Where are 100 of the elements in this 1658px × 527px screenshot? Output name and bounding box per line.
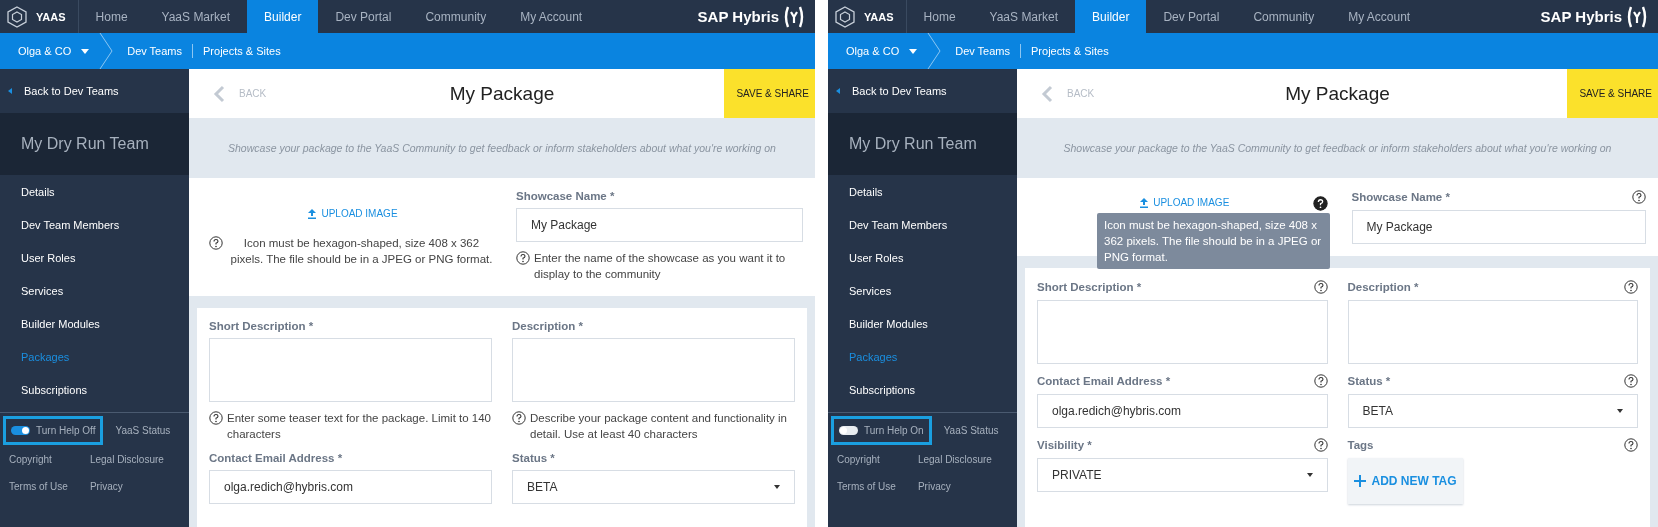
sidebar-item[interactable]: Packages [828, 340, 1017, 373]
footer-link[interactable]: YaaS Status [115, 425, 171, 436]
nav-link[interactable]: My Account [1331, 0, 1428, 33]
field-label: Showcase Name * [516, 190, 615, 202]
nav-link[interactable]: Dev Portal [318, 0, 409, 33]
breadcrumb-link[interactable]: Dev Teams [955, 45, 1010, 57]
help-icon[interactable] [516, 251, 530, 265]
field-label: Visibility * [1037, 439, 1092, 451]
add-tag-button[interactable]: ADD NEW TAG [1347, 458, 1463, 504]
showcase-name-field[interactable]: My Package [516, 208, 803, 242]
upload-image-link[interactable]: UPLOAD IMAGE [1139, 197, 1230, 208]
footer-link[interactable]: Privacy [917, 481, 992, 492]
nav-link[interactable]: YaaS Market [972, 0, 1076, 33]
org-dropdown[interactable]: Olga & CO [846, 45, 900, 57]
sidebar-item[interactable]: Details [0, 175, 189, 208]
chevron-left-icon [213, 84, 225, 103]
back-link[interactable]: Back to Dev Teams [24, 85, 119, 97]
nav-link[interactable]: My Account [503, 0, 600, 33]
field-label: Short Description * [209, 320, 314, 332]
help-text: Describe your package content and functionality in detail. Use at least 40 characters [530, 411, 788, 442]
select-field[interactable]: PRIVATE [1037, 458, 1328, 492]
help-icon[interactable] [1313, 280, 1328, 294]
back-triangle-icon [8, 88, 12, 94]
field-label: Description * [1347, 281, 1419, 293]
back-triangle-icon [836, 88, 840, 94]
help-icon[interactable] [209, 411, 223, 425]
toggle-switch[interactable] [839, 426, 858, 435]
caret-icon [1306, 473, 1313, 477]
select-field[interactable]: BETA [1347, 394, 1638, 428]
field-label: Short Description * [1037, 281, 1142, 293]
logo-text: YAAS [36, 10, 66, 23]
help-icon[interactable] [1313, 374, 1328, 388]
field-label: Status * [1347, 375, 1391, 387]
org-dropdown[interactable]: Olga & CO [18, 45, 72, 57]
help-icon[interactable] [1624, 280, 1638, 294]
caret-icon [774, 485, 780, 489]
footer-link[interactable]: Terms of Use [9, 481, 68, 492]
footer-link[interactable]: Legal Disclosure [917, 454, 992, 465]
nav-link[interactable]: Home [78, 0, 145, 33]
input-field[interactable]: olga.redich@hybris.com [1037, 394, 1328, 428]
help-icon[interactable] [1313, 438, 1328, 452]
upload-image-link[interactable]: UPLOAD IMAGE [307, 208, 398, 219]
help-icon[interactable] [512, 411, 526, 425]
sidebar-item[interactable]: Services [0, 274, 189, 307]
caret-icon [1617, 409, 1623, 413]
nav-link[interactable]: Builder [247, 0, 319, 33]
field-label: Contact Email Address * [1037, 375, 1171, 387]
sidebar-item[interactable]: Builder Modules [0, 307, 189, 340]
nav-link[interactable]: Community [1236, 0, 1332, 33]
sidebar-item[interactable]: Packages [0, 340, 189, 373]
toggle-label: Turn Help On [864, 425, 924, 436]
save-share-button[interactable]: SAVE & SHARE [724, 69, 815, 118]
caret-icon [81, 48, 90, 54]
help-icon[interactable] [1632, 190, 1646, 204]
intro-text: Showcase your package to the YaaS Community to get feedback or inform stakeholders about what you're working on [1063, 142, 1612, 154]
chevron-left-icon [1041, 84, 1053, 103]
sidebar-item[interactable]: User Roles [0, 241, 189, 274]
bracket-logo-icon [783, 4, 805, 29]
nav-link[interactable]: Home [906, 0, 973, 33]
chevron-divider-icon [99, 33, 114, 69]
plus-icon [1353, 475, 1366, 487]
footer-link[interactable]: Legal Disclosure [89, 454, 164, 465]
sidebar-item[interactable]: Dev Team Members [828, 208, 1017, 241]
sidebar-item[interactable]: Details [828, 175, 1017, 208]
nav-link[interactable]: YaaS Market [144, 0, 248, 33]
page-title: My Package [449, 82, 555, 105]
nav-link[interactable]: Community [408, 0, 504, 33]
nav-link[interactable]: Builder [1075, 0, 1147, 33]
footer-link[interactable]: Copyright [9, 454, 68, 465]
breadcrumb-link[interactable]: Projects & Sites [203, 45, 281, 57]
sidebar-item[interactable]: Services [828, 274, 1017, 307]
footer-link[interactable]: YaaS Status [943, 425, 999, 436]
help-icon[interactable] [1624, 374, 1638, 388]
footer-link[interactable]: Copyright [837, 454, 896, 465]
sidebar-item[interactable]: Dev Team Members [0, 208, 189, 241]
input-field[interactable]: olga.redich@hybris.com [209, 470, 492, 504]
field-label: Tags [1347, 439, 1374, 451]
sidebar-item[interactable]: Subscriptions [828, 373, 1017, 406]
select-field[interactable]: BETA [512, 470, 795, 504]
help-icon[interactable] [1312, 196, 1328, 211]
save-share-button[interactable]: SAVE & SHARE [1567, 69, 1658, 118]
showcase-name-field[interactable]: My Package [1351, 210, 1646, 244]
footer-link[interactable]: Privacy [89, 481, 164, 492]
breadcrumb-link[interactable]: Projects & Sites [1031, 45, 1109, 57]
back-link[interactable]: Back to Dev Teams [852, 85, 947, 97]
sidebar-item[interactable]: Subscriptions [0, 373, 189, 406]
sidebar-item[interactable]: User Roles [828, 241, 1017, 274]
field-label: Status * [512, 452, 555, 464]
hexagon-logo-icon [6, 5, 28, 28]
logo-text: YAAS [864, 10, 894, 23]
sidebar-item[interactable]: Builder Modules [828, 307, 1017, 340]
toggle-switch[interactable] [11, 426, 30, 435]
breadcrumb-link[interactable]: Dev Teams [127, 45, 182, 57]
help-icon[interactable] [1624, 438, 1638, 452]
footer-link[interactable]: Terms of Use [837, 481, 896, 492]
field-label: Description * [512, 320, 583, 332]
help-icon[interactable] [209, 236, 223, 250]
nav-link[interactable]: Dev Portal [1146, 0, 1237, 33]
hexagon-logo-icon [834, 5, 856, 28]
help-text: Icon must be hexagon-shaped, size 408 x 362 pixels. The file should be in a JPEG or PNG format. [229, 236, 494, 267]
